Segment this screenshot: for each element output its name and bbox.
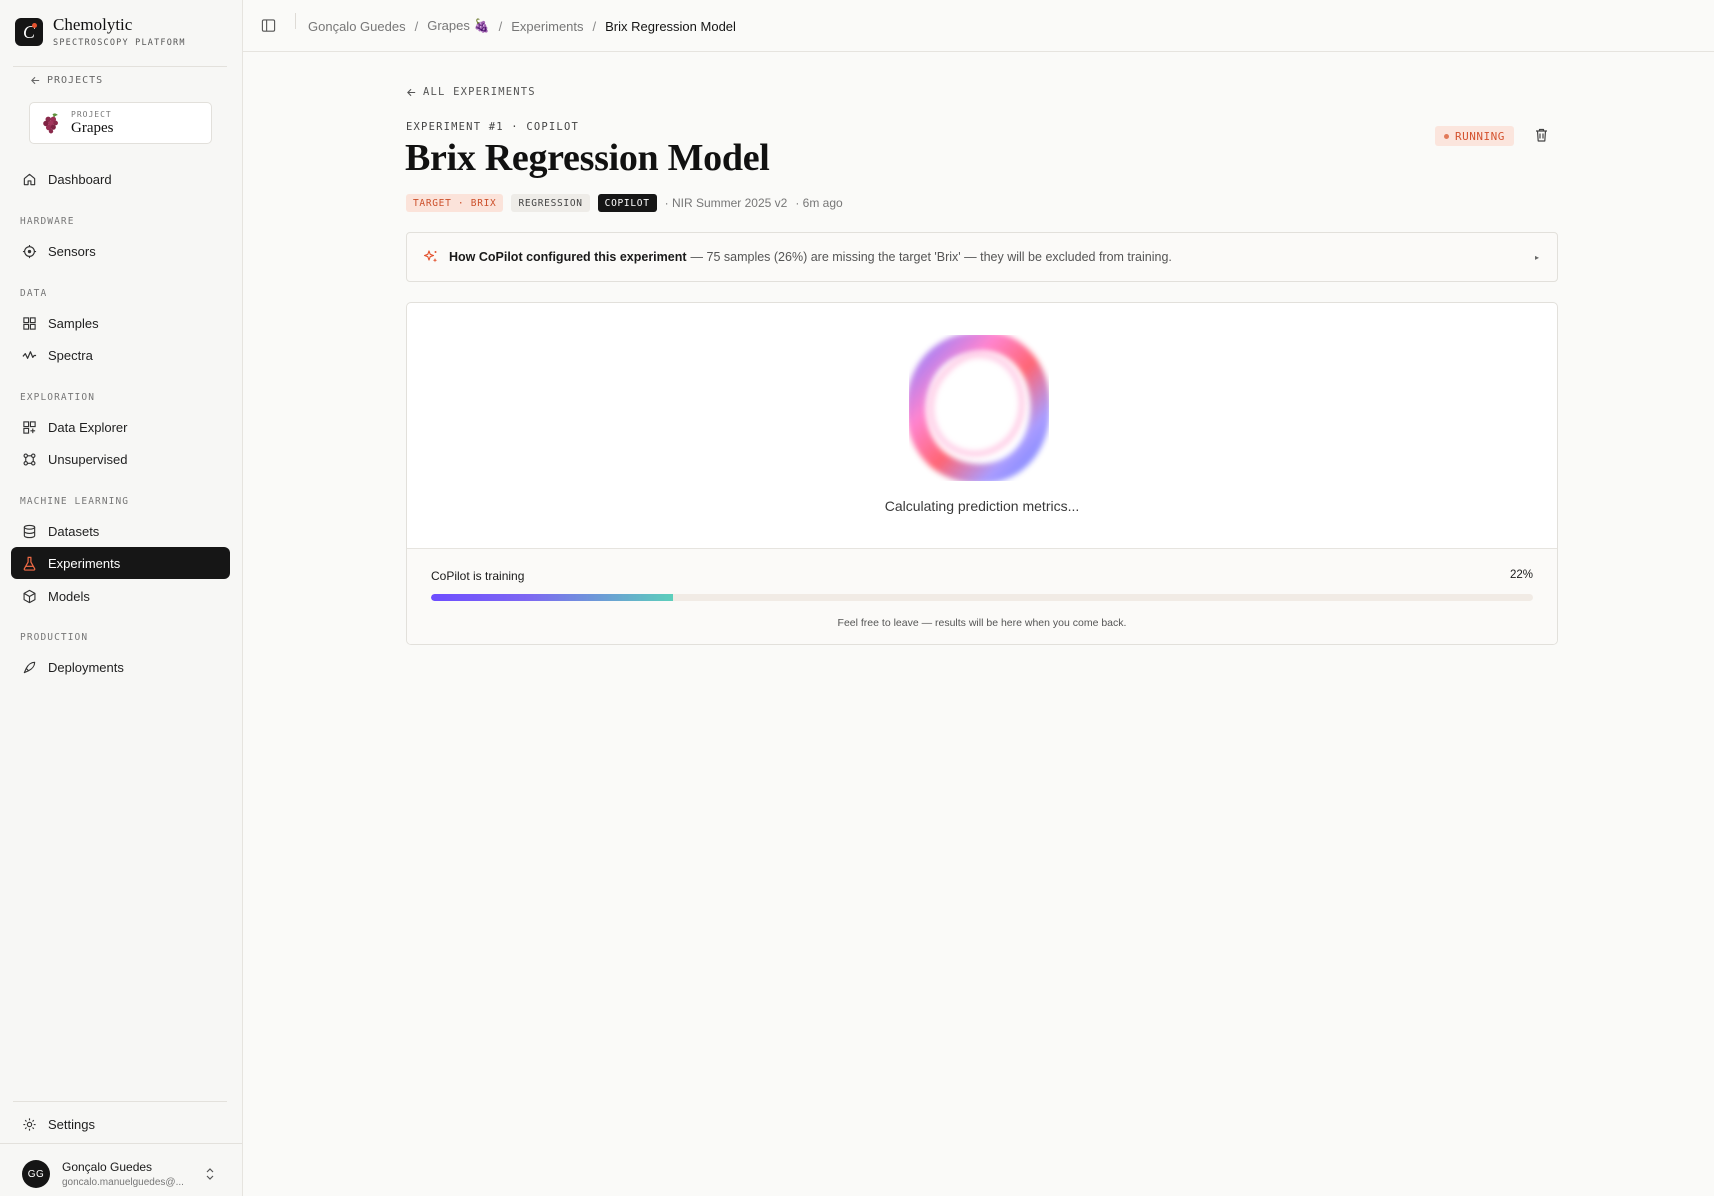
home-icon xyxy=(23,173,36,185)
sidebar: C Chemolytic SPECTROSCOPY PLATFORM PROJE… xyxy=(0,0,243,1196)
sidebar-item-spectra[interactable]: Spectra xyxy=(11,339,230,371)
sidebar-item-label: Datasets xyxy=(48,523,100,539)
nav-section-production: PRODUCTION xyxy=(20,632,89,643)
sidebar-item-label: Dashboard xyxy=(48,171,112,187)
breadcrumb-experiments[interactable]: Experiments xyxy=(511,19,583,34)
progress-fill xyxy=(431,594,674,601)
nav-section-machine-learning: MACHINE LEARNING xyxy=(20,496,130,507)
user-name: Gonçalo Guedes xyxy=(62,1160,153,1174)
copilot-config-disclosure[interactable]: How CoPilot configured this experiment —… xyxy=(406,232,1558,282)
brand-logo-dot xyxy=(32,23,37,28)
sidebar-item-label: Settings xyxy=(48,1116,95,1132)
topbar: Gonçalo Guedes / Grapes 🍇 / Experiments … xyxy=(243,0,1714,52)
copilot-config-title: How CoPilot configured this experiment xyxy=(449,250,687,264)
sidebar-item-label: Spectra xyxy=(48,347,93,363)
breadcrumb: Gonçalo Guedes / Grapes 🍇 / Experiments … xyxy=(308,18,736,34)
status-dot xyxy=(1444,133,1449,139)
sensor-icon xyxy=(22,244,37,258)
sidebar-item-label: Deployments xyxy=(48,659,124,675)
loading-orb-icon xyxy=(909,335,1049,481)
breadcrumb-separator: / xyxy=(498,18,503,34)
copilot-tag: COPILOT xyxy=(597,194,657,212)
target-tag: TARGET · BRIX xyxy=(406,194,504,212)
sidebar-item-deployments[interactable]: Deployments xyxy=(11,651,230,683)
arrow-left-icon xyxy=(407,88,416,96)
avatar: GG xyxy=(22,1160,50,1188)
database-icon xyxy=(23,524,36,538)
project-name: Grapes xyxy=(71,119,114,136)
sidebar-item-experiments[interactable]: Experiments xyxy=(11,547,230,579)
sidebar-item-models[interactable]: Models xyxy=(11,580,230,612)
nav-section-data: DATA xyxy=(20,288,48,299)
flask-icon xyxy=(23,556,36,571)
nav-section-exploration: EXPLORATION xyxy=(20,392,96,403)
sidebar-item-data-explorer[interactable]: Data Explorer xyxy=(11,411,230,443)
expand-caret-icon: ▸ xyxy=(1534,253,1539,262)
user-menu[interactable]: GG Gonçalo Guedes goncalo.manuelguedes@.… xyxy=(22,1160,184,1188)
rocket-icon xyxy=(23,661,36,673)
sidebar-divider xyxy=(13,66,227,67)
experiment-tags: TARGET · BRIX REGRESSION COPILOT · NIR S… xyxy=(406,194,843,212)
breadcrumb-current: Brix Regression Model xyxy=(605,18,736,34)
cube-icon xyxy=(23,589,36,603)
sidebar-item-label: Sensors xyxy=(48,243,96,259)
sidebar-item-label: Experiments xyxy=(48,555,121,571)
grid-icon xyxy=(23,316,36,330)
sidebar-toggle-icon[interactable] xyxy=(261,18,276,33)
project-selector[interactable]: PROJECT Grapes xyxy=(29,102,212,144)
sidebar-item-label: Unsupervised xyxy=(48,451,128,467)
leave-note: Feel free to leave — results will be her… xyxy=(837,617,1127,629)
chevron-up-down-icon[interactable] xyxy=(203,1166,217,1182)
waveform-icon xyxy=(22,350,37,359)
topbar-divider xyxy=(295,13,296,29)
brand[interactable]: C Chemolytic SPECTROSCOPY PLATFORM xyxy=(15,16,186,48)
projects-link-label: PROJECTS xyxy=(47,75,104,86)
breadcrumb-user[interactable]: Gonçalo Guedes xyxy=(308,19,406,34)
dataset-name: · NIR Summer 2025 v2 xyxy=(664,196,788,210)
breadcrumb-project[interactable]: Grapes 🍇 xyxy=(427,18,489,34)
status-label: RUNNING xyxy=(1455,129,1505,143)
nav-section-hardware: HARDWARE xyxy=(20,216,75,227)
experiment-meta: EXPERIMENT #1 · COPILOT xyxy=(406,121,579,133)
sidebar-item-label: Samples xyxy=(48,315,99,331)
training-card: Calculating prediction metrics... CoPilo… xyxy=(406,302,1558,645)
sidebar-item-settings[interactable]: Settings xyxy=(11,1108,230,1140)
projects-back-link[interactable]: PROJECTS xyxy=(30,75,103,86)
calculating-status: Calculating prediction metrics... xyxy=(884,498,1080,514)
brand-subtitle: SPECTROSCOPY PLATFORM xyxy=(53,38,186,48)
sidebar-item-label: Models xyxy=(48,588,90,604)
sparkles-icon xyxy=(423,250,438,263)
brand-name: Chemolytic xyxy=(53,15,133,34)
grapes-icon xyxy=(43,113,58,134)
type-tag: REGRESSION xyxy=(511,194,590,212)
explorer-grid-icon xyxy=(23,420,36,434)
back-link-label: ALL EXPERIMENTS xyxy=(423,86,536,98)
sidebar-item-dashboard[interactable]: Dashboard xyxy=(11,163,230,195)
training-label: CoPilot is training xyxy=(431,569,525,583)
cluster-icon xyxy=(23,453,36,465)
user-email: goncalo.manuelguedes@... xyxy=(62,1177,184,1188)
sidebar-item-label: Data Explorer xyxy=(48,419,128,435)
training-progress-section: CoPilot is training 22% Feel free to lea… xyxy=(407,548,1557,644)
breadcrumb-separator: / xyxy=(414,18,419,34)
status-badge: RUNNING xyxy=(1435,126,1514,146)
trash-icon[interactable] xyxy=(1534,127,1549,143)
progress-bar xyxy=(431,594,1533,601)
sidebar-divider xyxy=(13,1101,227,1102)
experiment-age: · 6m ago xyxy=(795,196,843,210)
gear-icon xyxy=(23,1117,36,1131)
sidebar-item-sensors[interactable]: Sensors xyxy=(11,235,230,267)
brand-logo: C xyxy=(15,18,43,46)
project-label: PROJECT xyxy=(71,109,112,119)
sidebar-item-samples[interactable]: Samples xyxy=(11,307,230,339)
sidebar-divider xyxy=(0,1143,242,1144)
sidebar-item-unsupervised[interactable]: Unsupervised xyxy=(11,443,230,475)
all-experiments-link[interactable]: ALL EXPERIMENTS xyxy=(406,86,536,98)
copilot-config-message: — 75 samples (26%) are missing the targe… xyxy=(690,250,1172,264)
arrow-left-icon xyxy=(31,76,40,85)
page-title: Brix Regression Model xyxy=(405,137,770,179)
breadcrumb-separator: / xyxy=(592,18,597,34)
training-percent: 22% xyxy=(1509,569,1533,581)
sidebar-item-datasets[interactable]: Datasets xyxy=(11,515,230,547)
